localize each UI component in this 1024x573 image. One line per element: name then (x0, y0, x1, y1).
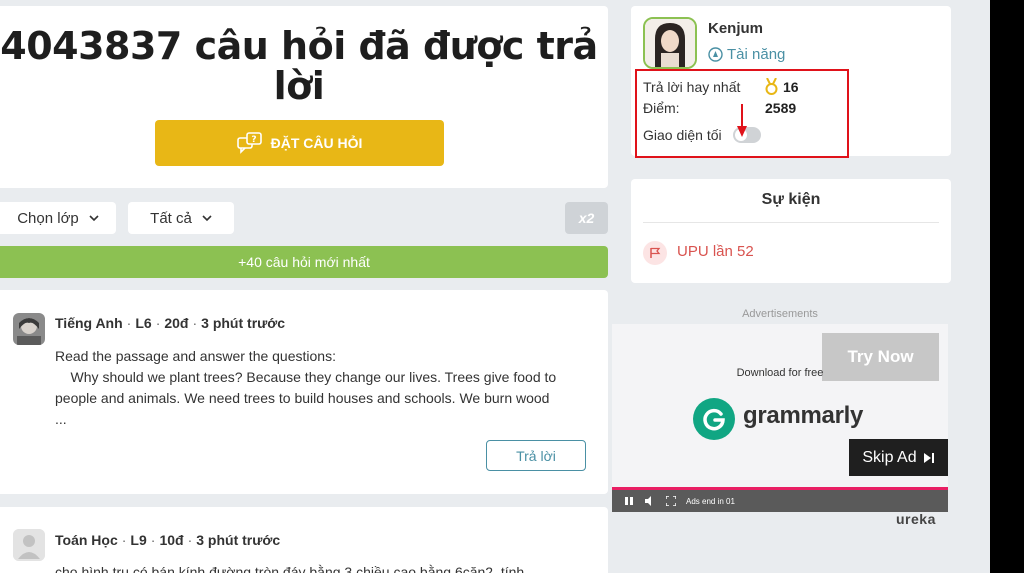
user-avatar[interactable] (643, 17, 697, 69)
best-answers-label: Trả lời hay nhất (643, 79, 741, 95)
page-title: 4043837 câu hỏi đã được trả lời (0, 24, 598, 108)
class-select-label: Chọn lớp (17, 209, 79, 227)
skip-icon (923, 452, 934, 463)
divider (643, 222, 939, 223)
question-subject[interactable]: Toán Học (55, 532, 118, 548)
svg-text:?: ? (251, 135, 256, 145)
chat-question-icon: ? (236, 132, 262, 154)
fullscreen-icon[interactable] (666, 496, 676, 506)
chevron-down-icon (202, 215, 212, 222)
scope-select[interactable]: Tất cả (128, 202, 234, 234)
user-rank-label: Tài năng (727, 46, 786, 63)
question-line: Why should we plant trees? Because they … (55, 369, 557, 385)
pause-icon[interactable] (624, 496, 634, 506)
events-title: Sự kiện (761, 191, 821, 208)
red-arrow-icon (737, 104, 747, 137)
window-edge (990, 0, 1024, 573)
chevron-down-icon (89, 215, 99, 222)
skip-ad-button[interactable]: Skip Ad (849, 439, 948, 476)
question-subject[interactable]: Tiếng Anh (55, 315, 123, 331)
question-time: 3 phút trước (201, 315, 286, 331)
medal-icon (765, 78, 778, 95)
grammarly-logo-icon (693, 398, 735, 440)
new-questions-bar[interactable]: +40 câu hỏi mới nhất (0, 246, 608, 278)
flag-icon (643, 241, 667, 265)
avatar[interactable] (13, 529, 45, 561)
question-line: cho hình trụ có bán kính đường tròn đáy … (55, 564, 525, 573)
points-value: 2589 (765, 100, 797, 116)
user-name[interactable]: Kenjum (708, 20, 763, 37)
question-meta: Toán Học · L9 · 10đ · 3 phút trước (55, 532, 281, 548)
answer-button[interactable]: Trả lời (486, 440, 586, 471)
ad-brand: grammarly (743, 402, 864, 429)
avatar[interactable] (13, 313, 45, 345)
question-meta: Tiếng Anh · L6 · 20đ · 3 phút trước (55, 315, 286, 331)
ads-label: Advertisements (742, 308, 818, 320)
question-grade: L9 (130, 532, 147, 548)
ad-controls: Ads end in 01 (612, 490, 948, 512)
question-line: people and animals. We need trees to bui… (55, 390, 550, 406)
class-select[interactable]: Chọn lớp (0, 202, 116, 234)
scope-select-label: Tất cả (150, 209, 192, 227)
question-points: 10đ (159, 532, 184, 548)
ad-network-logo: ureka (896, 511, 936, 527)
ads-end-text: Ads end in 01 (686, 496, 735, 506)
ask-question-button[interactable]: ? ĐẶT CÂU HỎI (155, 120, 444, 166)
ask-question-label: ĐẶT CÂU HỎI (270, 135, 363, 151)
volume-icon[interactable] (644, 496, 656, 506)
dark-mode-label: Giao diện tối (643, 127, 722, 143)
best-answers-value: 16 (783, 78, 799, 95)
user-rank: Tài năng (708, 46, 785, 63)
ad-download-text: Download for free (736, 367, 824, 379)
question-line: Read the passage and answer the question… (55, 348, 336, 364)
best-answers-stat: 16 (764, 78, 799, 95)
question-grade: L6 (135, 315, 152, 331)
question-body[interactable]: Read the passage and answer the question… (55, 346, 595, 430)
skip-ad-label: Skip Ad (862, 448, 917, 466)
question-time: 3 phút trước (196, 532, 281, 548)
event-item[interactable]: UPU lần 52 (677, 243, 754, 260)
question-line: ... (55, 411, 67, 427)
points-label: Điểm: (643, 100, 680, 116)
question-points: 20đ (164, 315, 189, 331)
rank-icon (708, 47, 723, 62)
multiplier-badge[interactable]: x2 (565, 202, 608, 234)
question-body[interactable]: cho hình trụ có bán kính đường tròn đáy … (55, 562, 595, 573)
